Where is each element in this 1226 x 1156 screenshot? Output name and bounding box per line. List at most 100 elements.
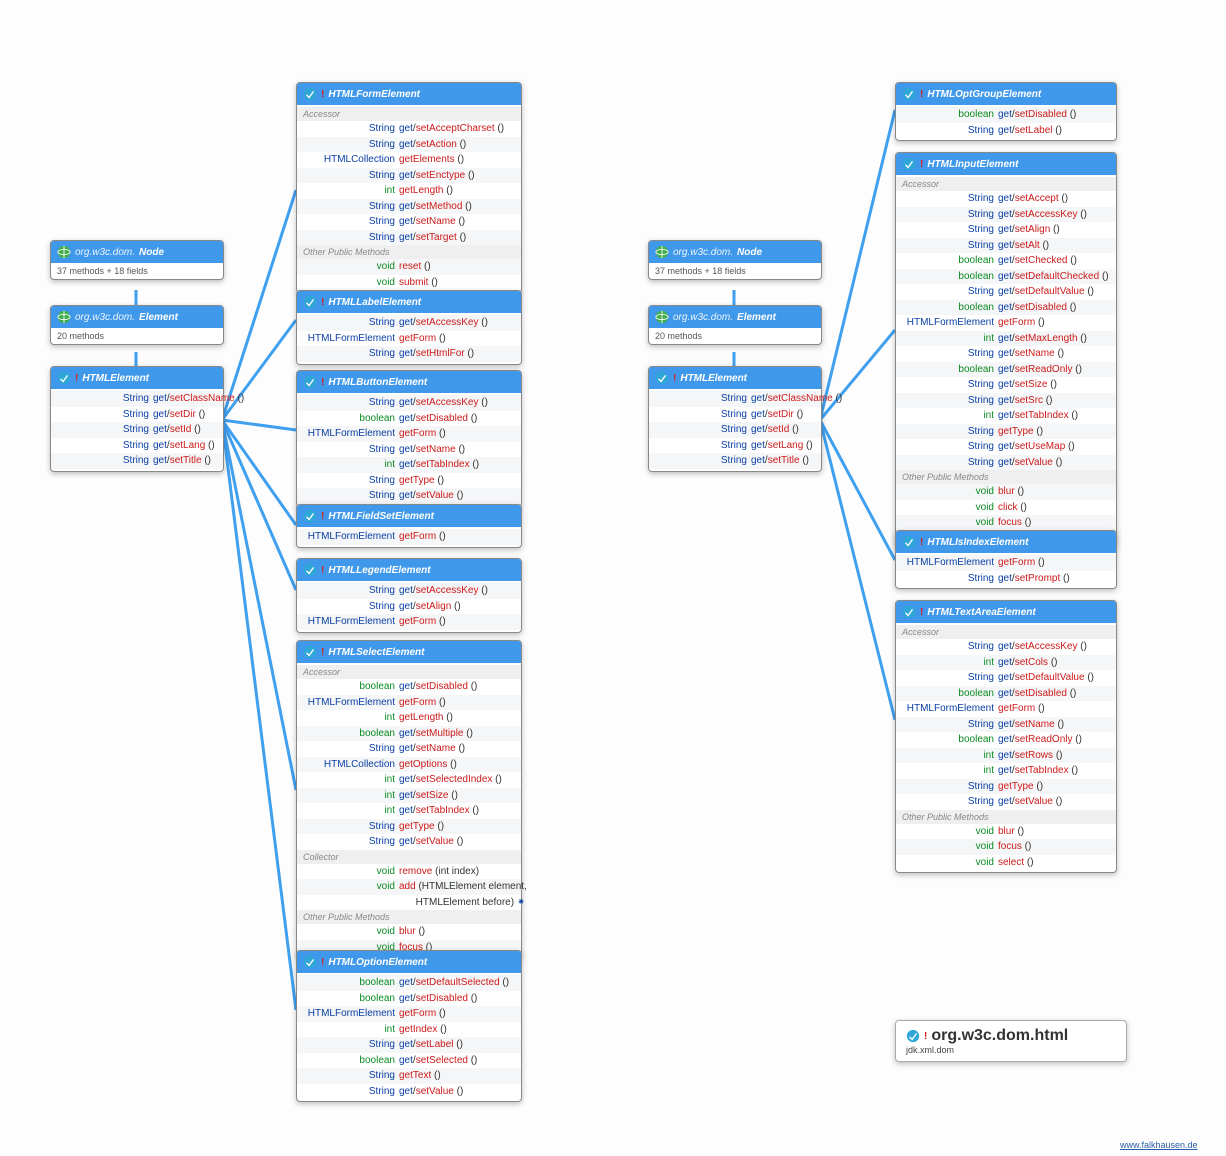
bang-icon: ! <box>321 297 324 308</box>
member-row: Stringget/setValue () <box>297 488 521 504</box>
class-box-HTMLLegendElement[interactable]: !HTMLLegendElement Stringget/setAccessKe… <box>296 558 522 633</box>
member-col: get/setDisabled () <box>998 301 1110 315</box>
class-box-Node[interactable]: org.w3c.dom.Node 37 methods + 18 fields <box>648 240 822 280</box>
member-col: get/setAlign () <box>399 600 515 614</box>
member-col: get/setUseMap () <box>998 440 1110 454</box>
member-col: get/setDir () <box>751 408 815 422</box>
member-row: HTMLElement before) ⁕ <box>297 895 521 911</box>
class-title: HTMLLegendElement <box>328 565 430 576</box>
member-row: Stringget/setName () <box>297 214 521 230</box>
member-col: get/setValue () <box>998 456 1110 470</box>
type-col: HTMLFormElement <box>902 556 998 570</box>
type-col: String <box>303 138 399 152</box>
member-col: getForm () <box>399 530 515 544</box>
bang-icon: ! <box>321 89 324 100</box>
class-box-Node[interactable]: org.w3c.dom.Node 37 methods + 18 fields <box>50 240 224 280</box>
class-title: HTMLButtonElement <box>328 377 427 388</box>
type-col: String <box>303 231 399 245</box>
class-box-HTMLFieldSetElement[interactable]: !HTMLFieldSetElement HTMLFormElementgetF… <box>296 504 522 548</box>
type-col: HTMLFormElement <box>902 702 998 716</box>
pkg-prefix: org.w3c.dom. <box>75 312 135 323</box>
class-box-HTMLOptionElement[interactable]: !HTMLOptionElement booleanget/setDefault… <box>296 950 522 1102</box>
section-label: Other Public Methods <box>896 470 1116 484</box>
type-col: String <box>902 208 998 222</box>
member-row: Stringget/setName () <box>896 717 1116 733</box>
site-link[interactable]: www.falkhausen.de <box>1120 1140 1198 1150</box>
member-col: get/setDefaultChecked () <box>998 270 1110 284</box>
member-row: Stringget/setId () <box>51 422 223 438</box>
type-col: String <box>303 584 399 598</box>
class-box-HTMLElement[interactable]: !HTMLElement Stringget/setClassName ()St… <box>50 366 224 472</box>
type-col: void <box>902 516 998 530</box>
member-col: get/setAlign () <box>998 223 1110 237</box>
member-col: get/setValue () <box>998 795 1110 809</box>
type-col: void <box>303 260 399 274</box>
member-row: voidsubmit () <box>297 275 521 291</box>
member-col: get/setSrc () <box>998 394 1110 408</box>
class-box-HTMLInputElement[interactable]: !HTMLInputElement AccessorStringget/setA… <box>895 152 1117 549</box>
member-row: booleanget/setDisabled () <box>896 300 1116 316</box>
uml-canvas: org.w3c.dom.Node 37 methods + 18 fields … <box>0 0 1226 1156</box>
type-col: String <box>902 440 998 454</box>
type-col: boolean <box>303 412 399 426</box>
member-col: get/setAccept () <box>998 192 1110 206</box>
type-col: String <box>655 392 751 406</box>
type-col: boolean <box>303 1054 399 1068</box>
member-col: focus () <box>998 840 1110 854</box>
class-box-HTMLElement[interactable]: !HTMLElement Stringget/setClassName ()St… <box>648 366 822 472</box>
pkg-prefix: org.w3c.dom. <box>673 247 733 258</box>
class-header: !HTMLTextAreaElement <box>896 601 1116 623</box>
member-col: get/setAccessKey () <box>998 640 1110 654</box>
type-col: String <box>303 489 399 503</box>
member-col: get/setDisabled () <box>399 412 515 426</box>
member-row: HTMLFormElementgetForm () <box>297 614 521 630</box>
class-box-HTMLTextAreaElement[interactable]: !HTMLTextAreaElement AccessorStringget/s… <box>895 600 1117 873</box>
member-col: getForm () <box>399 427 515 441</box>
interface-icon <box>57 371 71 385</box>
type-col: boolean <box>902 254 998 268</box>
member-col: get/setTitle () <box>153 454 217 468</box>
type-col: String <box>902 239 998 253</box>
bang-icon: ! <box>321 511 324 522</box>
type-col: void <box>902 840 998 854</box>
class-box-Element[interactable]: org.w3c.dom.Element 20 methods <box>648 305 822 345</box>
member-row: intget/setCols () <box>896 655 1116 671</box>
type-col: boolean <box>303 727 399 741</box>
type-col: String <box>303 1038 399 1052</box>
member-col: get/setReadOnly () <box>998 733 1110 747</box>
type-col: void <box>902 501 998 515</box>
type-col: HTMLFormElement <box>303 530 399 544</box>
class-box-HTMLIsIndexElement[interactable]: !HTMLIsIndexElement HTMLFormElementgetFo… <box>895 530 1117 589</box>
class-box-HTMLSelectElement[interactable]: !HTMLSelectElement Accessorbooleanget/se… <box>296 640 522 958</box>
member-col: get/setHtmlFor () <box>399 347 515 361</box>
class-box-Element[interactable]: org.w3c.dom.Element 20 methods <box>50 305 224 345</box>
class-box-HTMLOptGroupElement[interactable]: !HTMLOptGroupElement booleanget/setDisab… <box>895 82 1117 141</box>
member-col: get/setAction () <box>399 138 515 152</box>
interface-icon <box>303 375 317 389</box>
class-box-HTMLButtonElement[interactable]: !HTMLButtonElement Stringget/setAccessKe… <box>296 370 522 507</box>
type-col: String <box>902 795 998 809</box>
member-row: intget/setTabIndex () <box>896 408 1116 424</box>
class-header: !HTMLFormElement <box>297 83 521 105</box>
type-col: String <box>902 394 998 408</box>
member-row: Stringget/setAcceptCharset () <box>297 121 521 137</box>
member-row: Stringget/setSrc () <box>896 393 1116 409</box>
member-row: Stringget/setMethod () <box>297 199 521 215</box>
member-row: intget/setTabIndex () <box>297 803 521 819</box>
type-col: int <box>902 332 998 346</box>
bang-icon: ! <box>920 607 923 618</box>
package-legend: ! org.w3c.dom.html jdk.xml.dom <box>895 1020 1127 1062</box>
member-row: intget/setMaxLength () <box>896 331 1116 347</box>
member-row: voidreset () <box>297 259 521 275</box>
member-col: getForm () <box>399 696 515 710</box>
class-box-HTMLFormElement[interactable]: !HTMLFormElement AccessorStringget/setAc… <box>296 82 522 293</box>
member-row: booleanget/setChecked () <box>896 253 1116 269</box>
member-col: getForm () <box>399 332 515 346</box>
member-row: Stringget/setName () <box>297 442 521 458</box>
type-col: HTMLCollection <box>303 758 399 772</box>
class-header: !HTMLOptGroupElement <box>896 83 1116 105</box>
member-row: intget/setTabIndex () <box>896 763 1116 779</box>
member-col: remove (int index) <box>399 865 515 879</box>
type-col: boolean <box>902 301 998 315</box>
class-box-HTMLLabelElement[interactable]: !HTMLLabelElement Stringget/setAccessKey… <box>296 290 522 365</box>
